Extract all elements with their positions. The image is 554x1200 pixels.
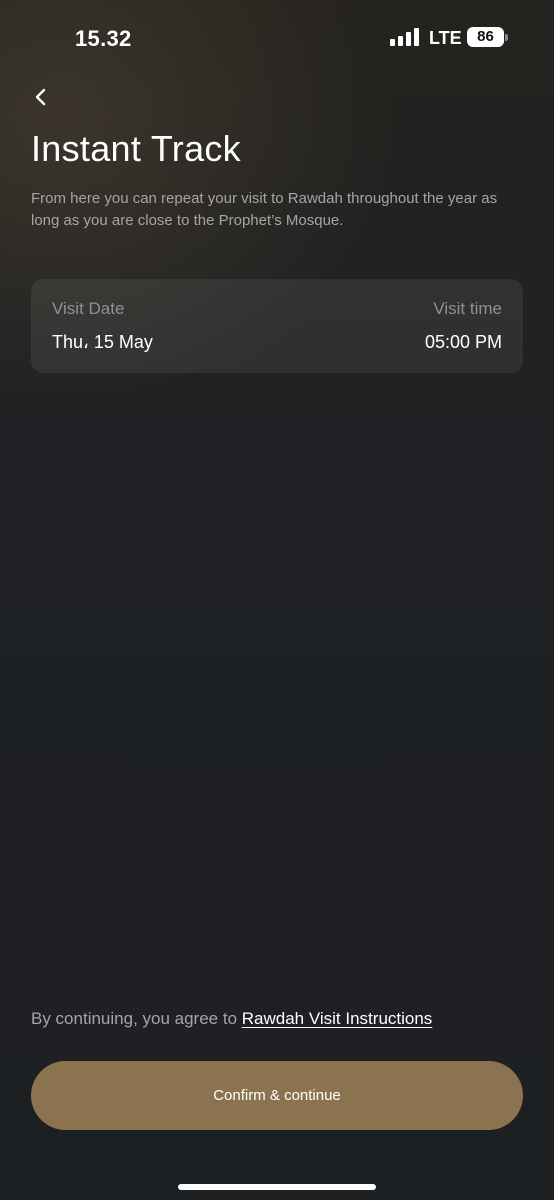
network-type: LTE xyxy=(429,28,462,48)
chevron-left-icon xyxy=(35,88,46,106)
visit-instructions-link[interactable]: Rawdah Visit Instructions xyxy=(242,1009,433,1028)
back-button[interactable] xyxy=(26,82,56,112)
visit-date-value: Thu، 15 May xyxy=(52,332,153,352)
visit-card: Visit Date Visit time Thu، 15 May 05:00 … xyxy=(31,279,523,373)
visit-time-label: Visit time xyxy=(433,299,502,318)
page-title: Instant Track xyxy=(31,128,241,169)
battery-icon: 86 xyxy=(467,27,504,47)
visit-time-value: 05:00 PM xyxy=(424,332,502,352)
confirm-continue-button[interactable]: Confirm & continue xyxy=(31,1061,523,1130)
home-indicator xyxy=(178,1184,376,1190)
page-description: From here you can repeat your visit to R… xyxy=(31,190,498,229)
status-bar: 15.32 LTE 86 xyxy=(0,0,554,80)
battery-cap xyxy=(505,34,508,41)
visit-date-label: Visit Date xyxy=(52,299,125,318)
screen: 15.32 LTE 86 Instant Track From here you… xyxy=(0,0,554,1200)
signal-icon xyxy=(390,28,420,46)
status-time: 15.32 xyxy=(75,26,132,51)
agreement-text: By continuing, you agree to Rawdah Visit… xyxy=(31,1009,531,1029)
agreement-prefix: By continuing, you agree to xyxy=(31,1009,242,1028)
